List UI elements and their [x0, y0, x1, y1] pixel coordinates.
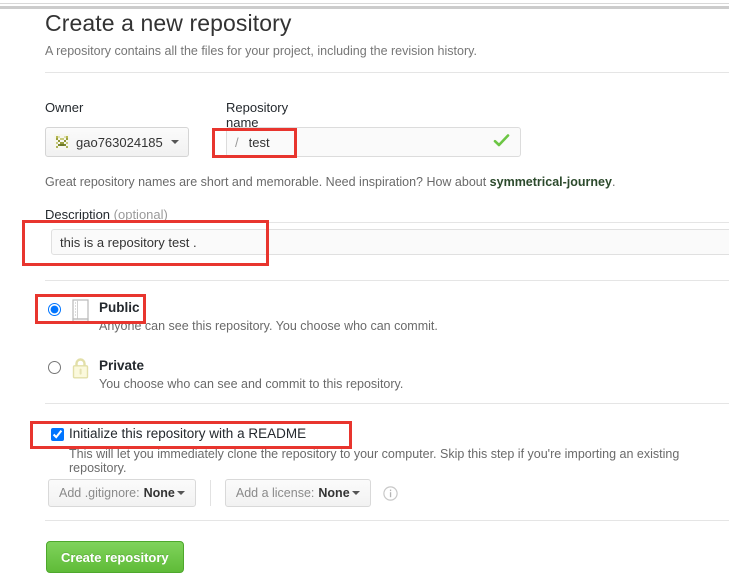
window-chrome — [0, 0, 729, 9]
repository-extras: Add .gitignore: None Add a license: None — [48, 479, 398, 507]
description-input[interactable] — [51, 229, 729, 255]
gitignore-prefix: Add .gitignore: — [59, 486, 140, 500]
readme-label: Initialize this repository with a README — [69, 426, 307, 441]
hint-suggestion: symmetrical-journey — [489, 175, 612, 189]
readme-checkbox[interactable] — [51, 428, 64, 441]
radio-public[interactable] — [48, 303, 61, 316]
divider-submit — [45, 520, 729, 521]
hint-text-after: . — [611, 175, 616, 189]
owner-label: Owner — [45, 100, 84, 115]
visibility-options: Public Anyone can see this repository. Y… — [45, 296, 729, 412]
repository-name-label: Repository name — [226, 100, 289, 130]
divider-header — [45, 72, 729, 73]
path-separator: / — [235, 134, 239, 150]
description-optional-note: (optional) — [113, 207, 168, 222]
license-dropdown[interactable]: Add a license: None — [224, 479, 371, 507]
caret-down-icon — [351, 490, 360, 495]
identicon-avatar — [54, 134, 70, 150]
caret-down-icon — [176, 490, 185, 495]
readme-description: This will let you immediately clone the … — [69, 447, 680, 475]
description-label-text: Description — [45, 207, 111, 222]
page-subtitle: A repository contains all the files for … — [45, 44, 477, 58]
hint-text-before: Great repository names are short and mem… — [45, 175, 490, 189]
check-icon — [493, 132, 520, 153]
extras-separator — [209, 480, 211, 506]
page-title: Create a new repository — [45, 10, 292, 36]
create-repository-button[interactable]: Create repository — [46, 541, 184, 573]
divider-readme — [45, 403, 729, 404]
new-repository-form: Create a new repository A repository con… — [45, 9, 729, 60]
repository-name-hint: Great repository names are short and mem… — [45, 175, 615, 189]
repository-name-input[interactable] — [244, 129, 493, 155]
radio-private[interactable] — [48, 361, 61, 374]
visibility-description-public: Anyone can see this repository. You choo… — [99, 319, 438, 333]
visibility-option-public[interactable]: Public Anyone can see this repository. Y… — [45, 296, 729, 354]
owner-dropdown[interactable]: gao763024185 — [45, 127, 189, 157]
license-value: None — [318, 486, 350, 500]
lock-icon — [69, 356, 93, 382]
caret-down-icon — [170, 139, 179, 144]
visibility-title-public: Public — [99, 300, 140, 315]
divider-description-top — [45, 222, 729, 223]
info-icon[interactable] — [382, 485, 398, 501]
visibility-title-private: Private — [99, 358, 145, 373]
gitignore-value: None — [143, 486, 175, 500]
repo-book-icon — [69, 298, 93, 324]
visibility-description-private: You choose who can see and commit to thi… — [99, 377, 404, 391]
repository-name-field[interactable]: / — [226, 127, 521, 157]
gitignore-dropdown[interactable]: Add .gitignore: None — [48, 479, 196, 507]
description-label: Description (optional) — [45, 207, 168, 222]
license-prefix: Add a license: — [235, 486, 315, 500]
owner-name: gao763024185 — [76, 134, 163, 150]
chrome-divider-top — [0, 3, 729, 4]
divider-description-bottom — [45, 280, 729, 281]
